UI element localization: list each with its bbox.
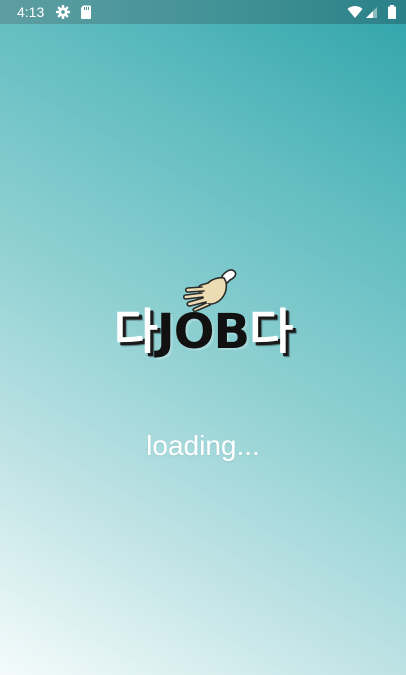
- sd-card-icon: [81, 5, 91, 19]
- gear-icon: [56, 5, 70, 19]
- wifi-icon: [347, 6, 363, 18]
- logo-text: 다 JOB 다: [100, 304, 306, 360]
- logo-job: JOB: [156, 304, 250, 360]
- battery-icon: [388, 5, 396, 19]
- status-bar: 4:13: [0, 0, 406, 24]
- loading-text: loading...: [146, 430, 260, 461]
- app-logo: 다 JOB 다: [100, 264, 306, 360]
- signal-icon: [366, 7, 377, 18]
- logo-prefix: 다: [113, 304, 158, 360]
- splash-screen: 4:13 다 JOB 다 loading...: [0, 0, 406, 675]
- status-time: 4:13: [17, 4, 45, 20]
- logo-suffix: 다: [249, 304, 293, 360]
